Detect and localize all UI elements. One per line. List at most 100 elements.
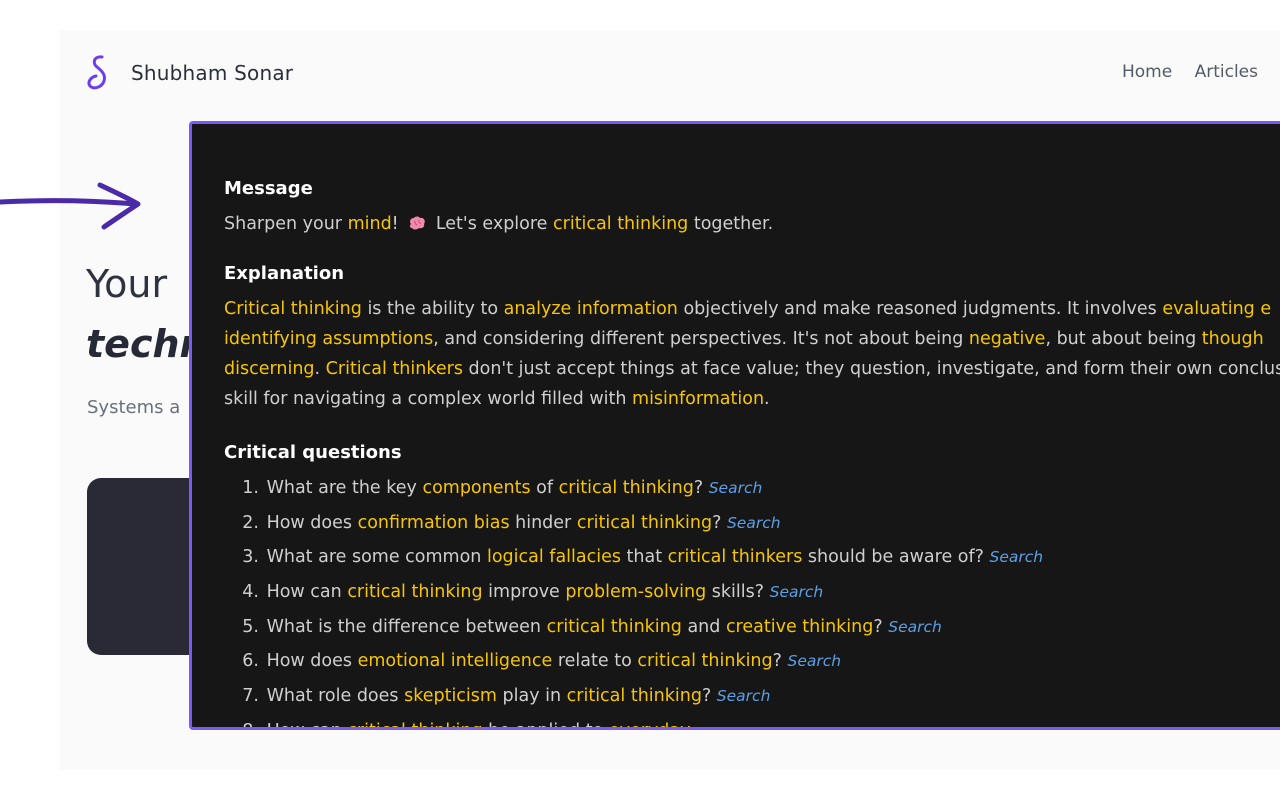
text-segment: don't just accept things at face value; … — [462, 359, 1280, 379]
text-segment: Let's explore — [430, 214, 554, 234]
text-segment: Sharpen your — [224, 214, 348, 234]
message-text: Sharpen your mind! Let's explore critica… — [224, 209, 1280, 239]
text-segment: that — [620, 547, 668, 568]
highlighted-term: critical thinking — [347, 721, 482, 727]
highlighted-term: critical thinking — [347, 582, 483, 603]
question-number: 3. — [242, 547, 259, 568]
question-item: 5. What is the difference between critic… — [224, 610, 1280, 645]
brand-name[interactable]: Shubham Sonar — [131, 61, 293, 85]
critical-thinking-popup: Message Sharpen your mind! Let's explore… — [189, 121, 1280, 730]
text-segment: should be aware of? — [802, 547, 990, 568]
highlighted-term: components — [422, 478, 531, 498]
question-number: 2. — [242, 512, 259, 533]
highlighted-term: misinformation — [632, 389, 765, 409]
logo-icon[interactable] — [86, 54, 110, 92]
highlighted-term: critical thinking — [576, 512, 713, 533]
search-link[interactable]: Search — [888, 618, 942, 636]
hero-subtitle: Systems a — [87, 397, 181, 418]
text-segment: ! — [391, 214, 405, 234]
questions-list: 1. What are the key components of critic… — [224, 471, 1280, 727]
text-segment: ? — [693, 478, 709, 498]
search-link[interactable]: Search — [770, 583, 824, 601]
highlighted-term: critical thinking — [553, 214, 689, 234]
highlighted-term: critical thinking — [566, 686, 702, 707]
explanation-text: Critical thinking is the ability to anal… — [224, 294, 1280, 414]
question-item: 8. How can critical thinking be applied … — [224, 714, 1280, 727]
message-title: Message — [224, 178, 313, 199]
search-link[interactable]: Search — [788, 652, 842, 670]
search-link[interactable]: Search — [990, 548, 1044, 566]
highlighted-term: discerning — [224, 359, 315, 379]
search-link[interactable]: Search — [717, 687, 771, 705]
question-item: 1. What are the key components of critic… — [224, 471, 1280, 506]
text-segment: How does — [261, 651, 358, 672]
highlighted-term: identifying assumptions — [224, 329, 434, 349]
text-segment: ? — [772, 651, 788, 672]
question-item: 4. How can critical thinking improve pro… — [224, 575, 1280, 610]
highlighted-term: everyday — [609, 721, 691, 727]
question-item: 2. How does confirmation bias hinder cri… — [224, 506, 1280, 541]
text-segment: . — [314, 359, 326, 379]
text-segment: How can — [261, 721, 347, 727]
brain-icon — [410, 216, 426, 230]
text-segment: ? — [712, 512, 727, 533]
question-number: 7. — [242, 686, 259, 707]
highlighted-term: Critical thinking — [224, 299, 362, 319]
question-number: 6. — [242, 651, 259, 672]
question-number: 5. — [242, 616, 259, 637]
text-segment: is the ability to — [361, 299, 504, 319]
highlighted-term: critical thinking — [558, 478, 694, 498]
text-segment: How does — [261, 512, 358, 533]
text-segment: together. — [688, 214, 774, 234]
text-segment: relate to — [552, 651, 638, 672]
text-segment: What are the key — [261, 478, 423, 498]
explanation-line: Critical thinking is the ability to anal… — [224, 294, 1280, 324]
highlighted-term: negative — [968, 329, 1046, 349]
explanation-title: Explanation — [224, 263, 345, 284]
text-segment: hinder — [509, 512, 577, 533]
nav-articles-link[interactable]: Articles — [1195, 62, 1258, 82]
highlighted-term: Critical thinkers — [325, 359, 463, 379]
text-segment: , but about being — [1045, 329, 1202, 349]
text-segment: skills? — [706, 582, 770, 603]
text-segment: of — [530, 478, 559, 498]
text-segment: be applied to — [483, 721, 609, 727]
text-segment: skill for navigating a complex world fil… — [224, 389, 633, 409]
popup-content: Message Sharpen your mind! Let's explore… — [224, 176, 1280, 727]
text-segment: improve — [482, 582, 566, 603]
highlighted-term: critical thinking — [546, 616, 682, 637]
text-segment: What are some common — [261, 547, 487, 568]
explanation-line: skill for navigating a complex world fil… — [224, 384, 1280, 414]
text-segment: ? — [873, 616, 889, 637]
question-item: 7. What role does skepticism play in cri… — [224, 679, 1280, 714]
nav-menu: Home Articles — [1105, 62, 1258, 82]
question-item: 6. How does emotional intelligence relat… — [224, 644, 1280, 679]
highlighted-term: confirmation bias — [357, 512, 510, 533]
text-segment: ... — [690, 721, 713, 727]
question-item: 3. What are some common logical fallacie… — [224, 540, 1280, 575]
question-number: 4. — [242, 582, 259, 603]
text-segment: What is the difference between — [261, 616, 547, 637]
highlighted-term: emotional intelligence — [357, 651, 553, 672]
site-header: Shubham Sonar Home Articles — [86, 52, 1280, 94]
highlighted-term: problem-solving — [565, 582, 707, 603]
highlighted-term: though — [1201, 329, 1264, 349]
text-segment: . — [764, 389, 770, 409]
text-segment: ? — [701, 686, 717, 707]
search-link[interactable]: Search — [709, 479, 763, 497]
highlighted-term: logical fallacies — [486, 547, 621, 568]
highlighted-term: analyze information — [503, 299, 678, 319]
hero-title: Your — [86, 262, 168, 306]
explanation-line: discerning. Critical thinkers don't just… — [224, 354, 1280, 384]
explanation-line: identifying assumptions, and considering… — [224, 324, 1280, 354]
nav-home-link[interactable]: Home — [1122, 62, 1172, 82]
highlighted-term: creative thinking — [725, 616, 874, 637]
text-segment: What role does — [261, 686, 405, 707]
text-segment: play in — [496, 686, 567, 707]
search-link[interactable]: Search — [727, 514, 781, 532]
highlighted-term: critical thinking — [637, 651, 773, 672]
highlighted-term: skepticism — [404, 686, 497, 707]
text-segment: , and considering different perspectives… — [433, 329, 969, 349]
text-segment: and — [681, 616, 726, 637]
arrow-annotation-icon — [0, 182, 141, 230]
